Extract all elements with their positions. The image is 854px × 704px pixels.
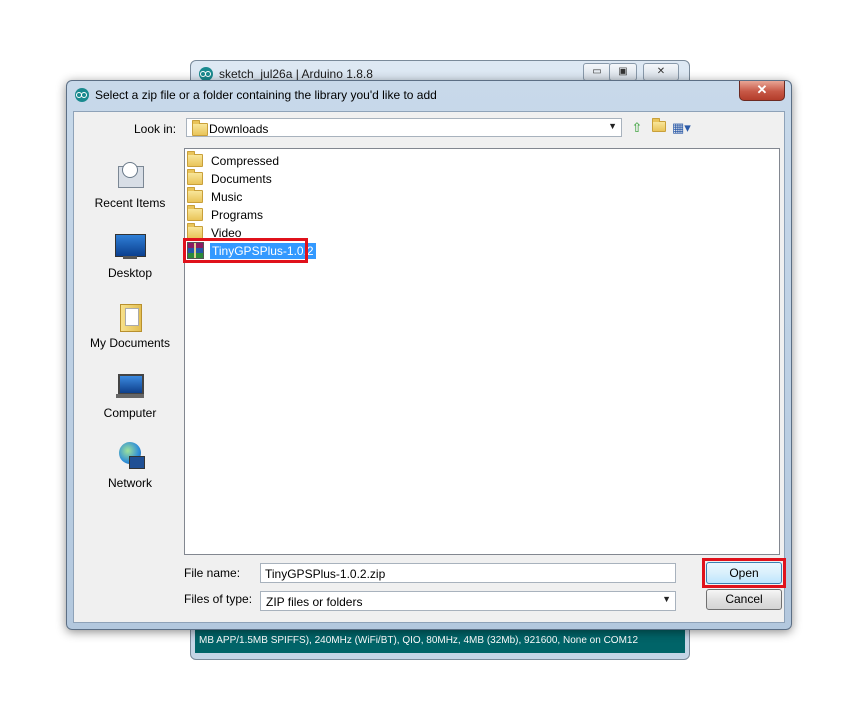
up-folder-icon[interactable]: ⇧ (628, 119, 646, 137)
minimize-button[interactable]: ▭ (583, 63, 611, 81)
file-name: Music (211, 189, 243, 204)
file-type-label: Files of type: (184, 592, 253, 606)
arduino-logo-icon (199, 67, 213, 81)
chevron-down-icon: ▼ (608, 121, 617, 131)
place-computer[interactable]: Computer (80, 372, 180, 420)
desktop-icon (113, 232, 147, 262)
look-in-select[interactable]: Downloads ▼ (186, 118, 622, 137)
folder-icon (187, 205, 203, 221)
chevron-down-icon: ▼ (662, 594, 671, 604)
network-icon (113, 442, 147, 472)
navigation-toolbar: ⇧ ▦▾ (628, 118, 691, 137)
look-in-label: Look in: (134, 122, 177, 136)
file-type-select[interactable]: ZIP files or folders ▼ (260, 591, 676, 611)
file-name: Compressed (211, 153, 280, 168)
arduino-window-title-text: sketch_jul26a | Arduino 1.8.8 (219, 67, 373, 81)
file-name-label: File name: (184, 566, 241, 580)
place-network[interactable]: Network (80, 442, 180, 490)
list-item-compressed[interactable]: Compressed (187, 151, 281, 169)
open-library-dialog: Select a zip file or a folder containing… (66, 80, 792, 630)
folder-icon (192, 120, 208, 136)
highlight-box (183, 238, 308, 263)
dialog-close-button[interactable]: ✕ (739, 81, 785, 101)
new-folder-icon[interactable] (650, 118, 668, 137)
place-label: My Documents (89, 336, 171, 350)
dialog-body: Look in: Downloads ▼ ⇧ ▦▾ Recent Items D… (73, 111, 786, 623)
arduino-window-title: sketch_jul26a | Arduino 1.8.8 (199, 67, 373, 81)
file-type-value: ZIP files or folders (266, 595, 363, 609)
place-label: Recent Items (94, 196, 166, 210)
recent-items-icon (113, 162, 147, 192)
file-name: Programs (211, 207, 264, 222)
highlight-box (702, 558, 786, 588)
list-item-documents[interactable]: Documents (187, 169, 274, 187)
arduino-close-button[interactable]: ✕ (643, 63, 679, 81)
documents-icon (113, 302, 147, 332)
file-name-input[interactable]: TinyGPSPlus-1.0.2.zip (260, 563, 676, 583)
file-list[interactable]: Compressed Documents Music Programs Vide… (183, 148, 780, 555)
arduino-logo-icon (75, 88, 89, 102)
folder-icon (187, 151, 203, 167)
dialog-title: Select a zip file or a folder containing… (95, 88, 437, 102)
maximize-button[interactable]: ▣ (609, 63, 637, 81)
place-desktop[interactable]: Desktop (80, 232, 180, 280)
cancel-button[interactable]: Cancel (706, 589, 782, 610)
folder-icon (187, 187, 203, 203)
dialog-title-bar: Select a zip file or a folder containing… (75, 88, 437, 102)
place-label: Desktop (107, 266, 153, 280)
list-item-music[interactable]: Music (187, 187, 244, 205)
places-bar: Recent Items Desktop My Documents Comput… (80, 148, 180, 612)
place-recent-items[interactable]: Recent Items (80, 162, 180, 210)
file-name: Documents (211, 171, 272, 186)
place-my-documents[interactable]: My Documents (80, 302, 180, 350)
look-in-value: Downloads (209, 122, 269, 136)
view-menu-icon[interactable]: ▦▾ (672, 119, 691, 137)
list-item-programs[interactable]: Programs (187, 205, 265, 223)
arduino-status-bar: MB APP/1.5MB SPIFFS), 240MHz (WiFi/BT), … (195, 629, 685, 653)
place-label: Network (107, 476, 152, 490)
computer-icon (113, 372, 147, 402)
folder-icon (187, 169, 203, 185)
place-label: Computer (103, 406, 157, 420)
